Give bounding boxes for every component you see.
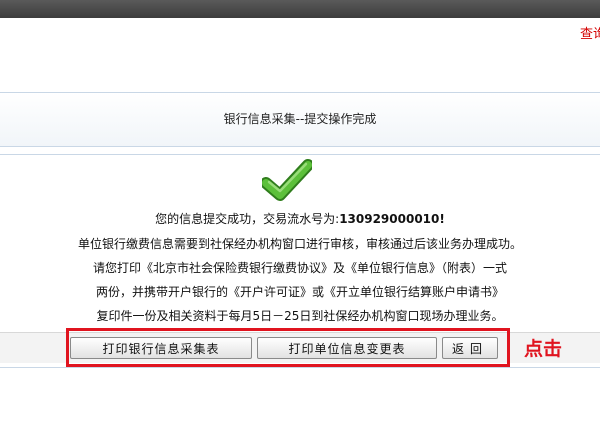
query-link[interactable]: 查询	[580, 23, 600, 42]
transaction-serial: 130929000010!	[339, 212, 445, 226]
info-line-4: 两份，并携带开户银行的《开户许可证》或《开立单位银行结算账户申请书》	[95, 285, 504, 299]
info-line-2: 单位银行缴费信息需要到社保经办机构窗口进行审核，审核通过后该业务办理成功。	[77, 237, 522, 251]
annotation-click-label: 点击	[524, 338, 563, 360]
top-bar	[0, 0, 600, 18]
title-panel: 银行信息采集--提交操作完成	[0, 92, 600, 147]
success-prefix: 您的信息提交成功，交易流水号为:	[155, 212, 340, 226]
page-title: 银行信息采集--提交操作完成	[223, 112, 377, 126]
info-line-5: 复印件一份及相关资料于每月5日－25日到社保经办机构窗口现场办理业务。	[96, 309, 504, 323]
checkmark-icon	[262, 159, 312, 201]
info-line-3: 请您打印《北京市社会保险费银行缴费协议》及《单位银行信息》（附表）一式	[92, 261, 507, 275]
annotation-highlight-box	[66, 328, 510, 367]
success-message: 您的信息提交成功，交易流水号为:130929000010!	[0, 210, 600, 227]
